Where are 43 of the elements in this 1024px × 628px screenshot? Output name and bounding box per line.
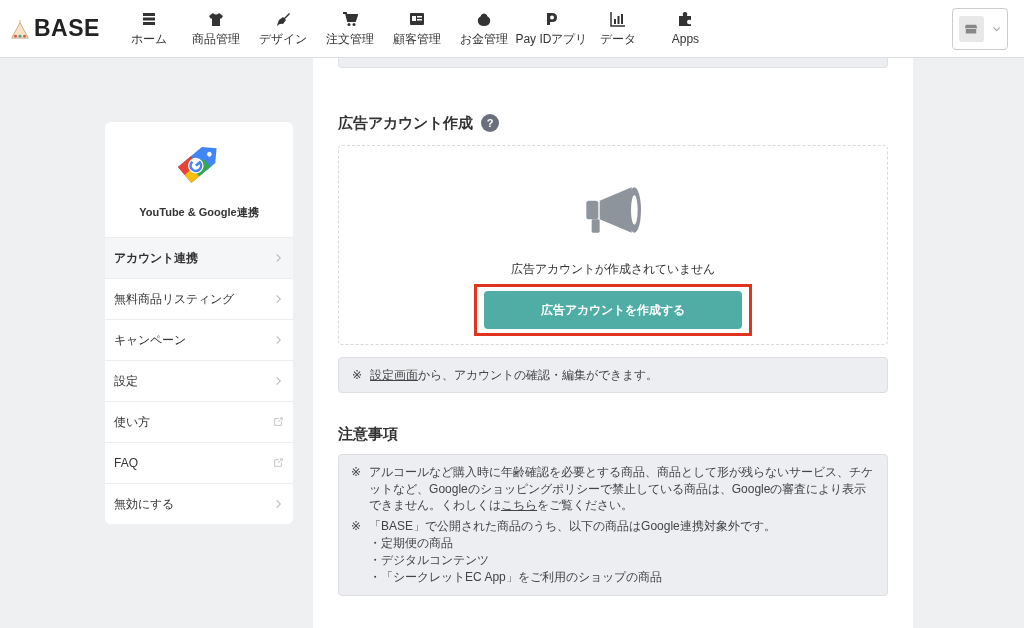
text-link[interactable]: 設定画面 — [370, 367, 419, 382]
nav-item[interactable]: Pay IDアプリ — [517, 10, 585, 47]
nav-item[interactable]: Apps — [651, 10, 719, 47]
help-icon[interactable]: ? — [481, 114, 499, 133]
empty-message: 広告アカウントが作成されていません — [511, 260, 715, 278]
note-text: 設定画面から、アカウントの確認・編集ができます。 — [370, 366, 659, 384]
sidebar-item[interactable]: アカウント連携 — [105, 237, 293, 278]
nav-item[interactable]: ホーム — [115, 10, 183, 47]
note-text: 「BASE」で公開された商品のうち、以下の商品はGoogle連携対象外です。 — [369, 518, 776, 535]
list-item-text: ・デジタルコンテンツ — [369, 551, 491, 569]
cart-icon — [342, 10, 359, 27]
reference-mark: ※ — [352, 366, 363, 384]
sidebar-title: YouTube & Google連携 — [139, 205, 259, 221]
chevron-right-icon — [274, 253, 283, 263]
reference-mark: ※ — [351, 518, 362, 536]
bar-chart-icon — [610, 10, 627, 27]
sidebar-item[interactable]: 無効にする — [105, 483, 293, 524]
chevron-right-icon — [274, 294, 283, 304]
tent-logo-icon — [10, 18, 30, 39]
nav-item[interactable]: デザイン — [249, 10, 317, 47]
shirt-icon — [208, 10, 225, 27]
id-card-icon — [409, 10, 426, 27]
chevron-right-icon — [274, 376, 283, 386]
nav-item[interactable]: 商品管理 — [182, 10, 250, 47]
external-link-icon — [273, 417, 283, 427]
note-text: アルコールなど購入時に年齢確認を必要とする商品、商品として形が残らないサービス、チケットなど、Googleのショッピングポリシーで禁止している商品は、Googleの審査により表示できません。くわしくはこちら をご覧ください。 — [369, 463, 875, 515]
chevron-right-icon — [274, 335, 283, 345]
chevron-right-icon — [274, 499, 283, 509]
nav-item[interactable]: 注文管理 — [316, 10, 384, 47]
nav-item[interactable]: 顧客管理 — [383, 10, 451, 47]
external-link-icon — [273, 458, 283, 468]
puzzle-icon — [677, 10, 694, 27]
text-link[interactable]: こちら — [501, 498, 538, 513]
list-item-text: ・「シークレットEC App」をご利用のショップの商品 — [369, 568, 663, 586]
list-item-text: ・定期便の商品 — [369, 535, 455, 552]
nav-item[interactable]: データ — [584, 10, 652, 47]
reference-mark: ※ — [351, 463, 362, 481]
shop-menu-button[interactable] — [952, 7, 1008, 50]
section-heading: 広告アカウント作成 — [338, 113, 473, 133]
list-icon — [141, 10, 158, 27]
brush-icon — [275, 10, 292, 27]
logo-wordmark: BASE — [34, 14, 100, 44]
section-heading: 注意事項 — [338, 424, 399, 445]
